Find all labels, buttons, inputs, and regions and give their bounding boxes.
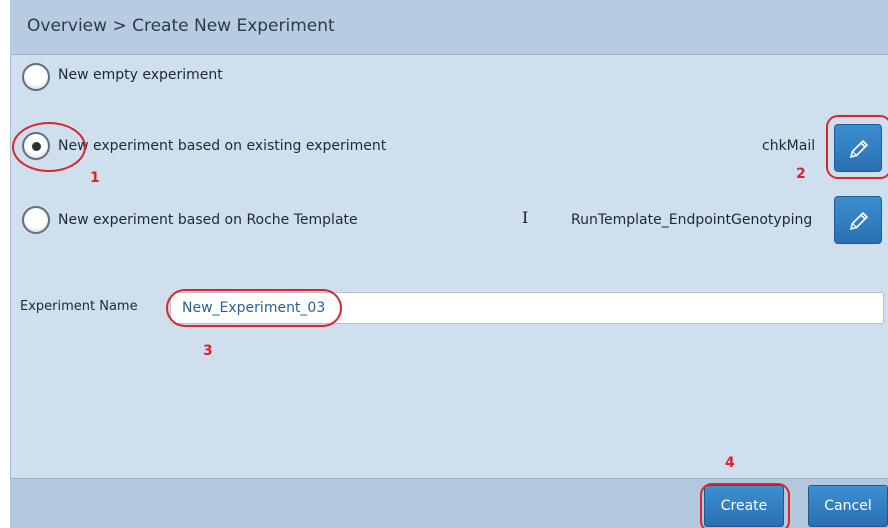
header-bar: Overview > Create New Experiment (10, 0, 888, 55)
options-panel (10, 55, 888, 478)
option-label-existing: New experiment based on existing experim… (58, 138, 387, 154)
annotation-number-2: 2 (796, 166, 806, 182)
template-name: RunTemplate_EndpointGenotyping (571, 212, 813, 228)
create-experiment-window: Overview > Create New Experiment New emp… (0, 0, 888, 528)
annotation-number-3: 3 (203, 343, 213, 359)
annotation-box-edit (826, 115, 888, 179)
breadcrumb: Overview > Create New Experiment (27, 16, 335, 36)
text-cursor-icon: I (522, 208, 529, 227)
edit-template-button[interactable] (834, 196, 882, 244)
annotation-number-1: 1 (90, 170, 100, 186)
option-label-template: New experiment based on Roche Template (58, 212, 358, 228)
option-label-new-empty: New empty experiment (58, 67, 223, 83)
annotation-circle-name (166, 289, 342, 327)
annotation-number-4: 4 (725, 455, 735, 471)
cancel-button[interactable]: Cancel (808, 485, 888, 527)
annotation-circle-radio (12, 122, 86, 172)
pencil-icon (850, 212, 868, 230)
radio-new-empty-experiment[interactable] (22, 63, 50, 91)
existing-experiment-name: chkMail (762, 138, 816, 154)
radio-new-based-on-template[interactable] (22, 206, 50, 234)
experiment-name-label: Experiment Name (20, 299, 138, 314)
annotation-box-create (700, 483, 790, 528)
